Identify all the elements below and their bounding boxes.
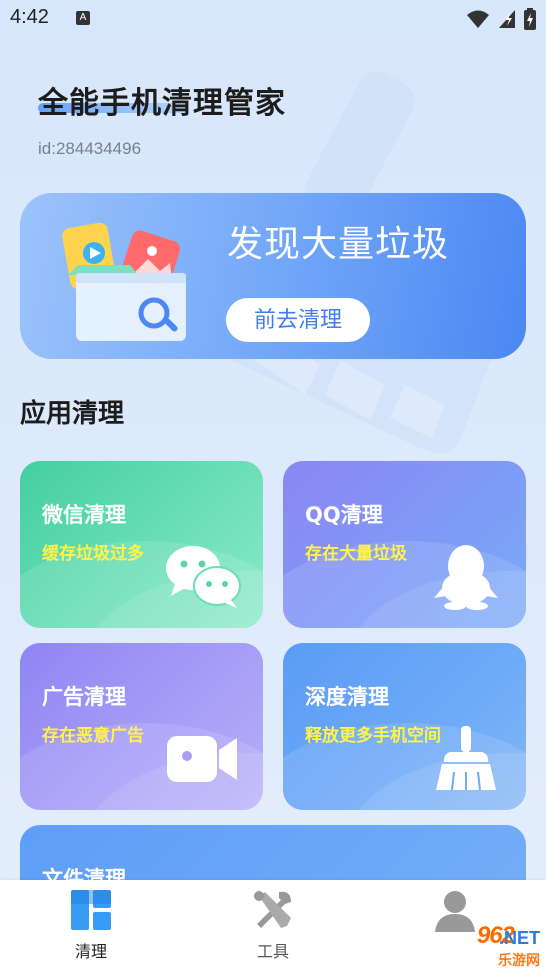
user-icon [435,891,475,932]
card-title: 深度清理 [305,685,389,709]
nav-label: 工具 [256,942,289,961]
video-camera-icon [167,736,237,782]
page-title: 全能手机清理管家 [38,86,286,121]
banner-title: 发现大量垃圾 [227,224,450,265]
ad-clean-card[interactable]: 广告清理 存在恶意广告 [20,643,263,810]
card-title: 微信清理 [42,503,126,527]
section-title: 应用清理 [20,399,125,429]
nav-item-clean[interactable]: 清理 [31,880,151,972]
status-indicators [466,8,536,30]
status-time: 4:42 [10,6,49,28]
signal-icon [499,10,515,28]
card-subtitle: 释放更多手机空间 [305,726,441,746]
junk-found-banner[interactable]: 发现大量垃圾 前去清理 [20,193,526,359]
site-watermark-suffix: .NET [498,928,540,948]
card-subtitle: 缓存垃圾过多 [42,544,144,564]
grid-icon [71,890,111,930]
nav-label: 清理 [74,942,107,961]
wechat-icon [166,546,241,608]
site-watermark-text: 乐游网 [498,953,540,969]
user-id: id:284434496 [38,139,142,158]
notification-app-icon: A [76,11,90,25]
tools-icon [254,891,291,928]
folder-search-icon [62,222,186,341]
card-title: QQ清理 [305,503,383,527]
battery-icon [524,8,536,30]
status-bar: 4:42 A [0,0,546,38]
qq-clean-card[interactable]: QQ清理 存在大量垃圾 [283,461,526,628]
qq-penguin-icon [434,545,498,610]
go-clean-button[interactable]: 前去清理 [226,298,370,342]
wechat-clean-card[interactable]: 微信清理 缓存垃圾过多 [20,461,263,628]
card-subtitle: 存在大量垃圾 [305,544,407,564]
deep-clean-card[interactable]: 深度清理 释放更多手机空间 [283,643,526,810]
card-title: 广告清理 [42,685,126,709]
card-subtitle: 存在恶意广告 [42,726,144,746]
nav-item-tools[interactable]: 工具 [213,880,333,972]
broom-icon [436,726,496,791]
bottom-nav: 清理 工具 [0,880,546,972]
wifi-icon [467,10,489,28]
